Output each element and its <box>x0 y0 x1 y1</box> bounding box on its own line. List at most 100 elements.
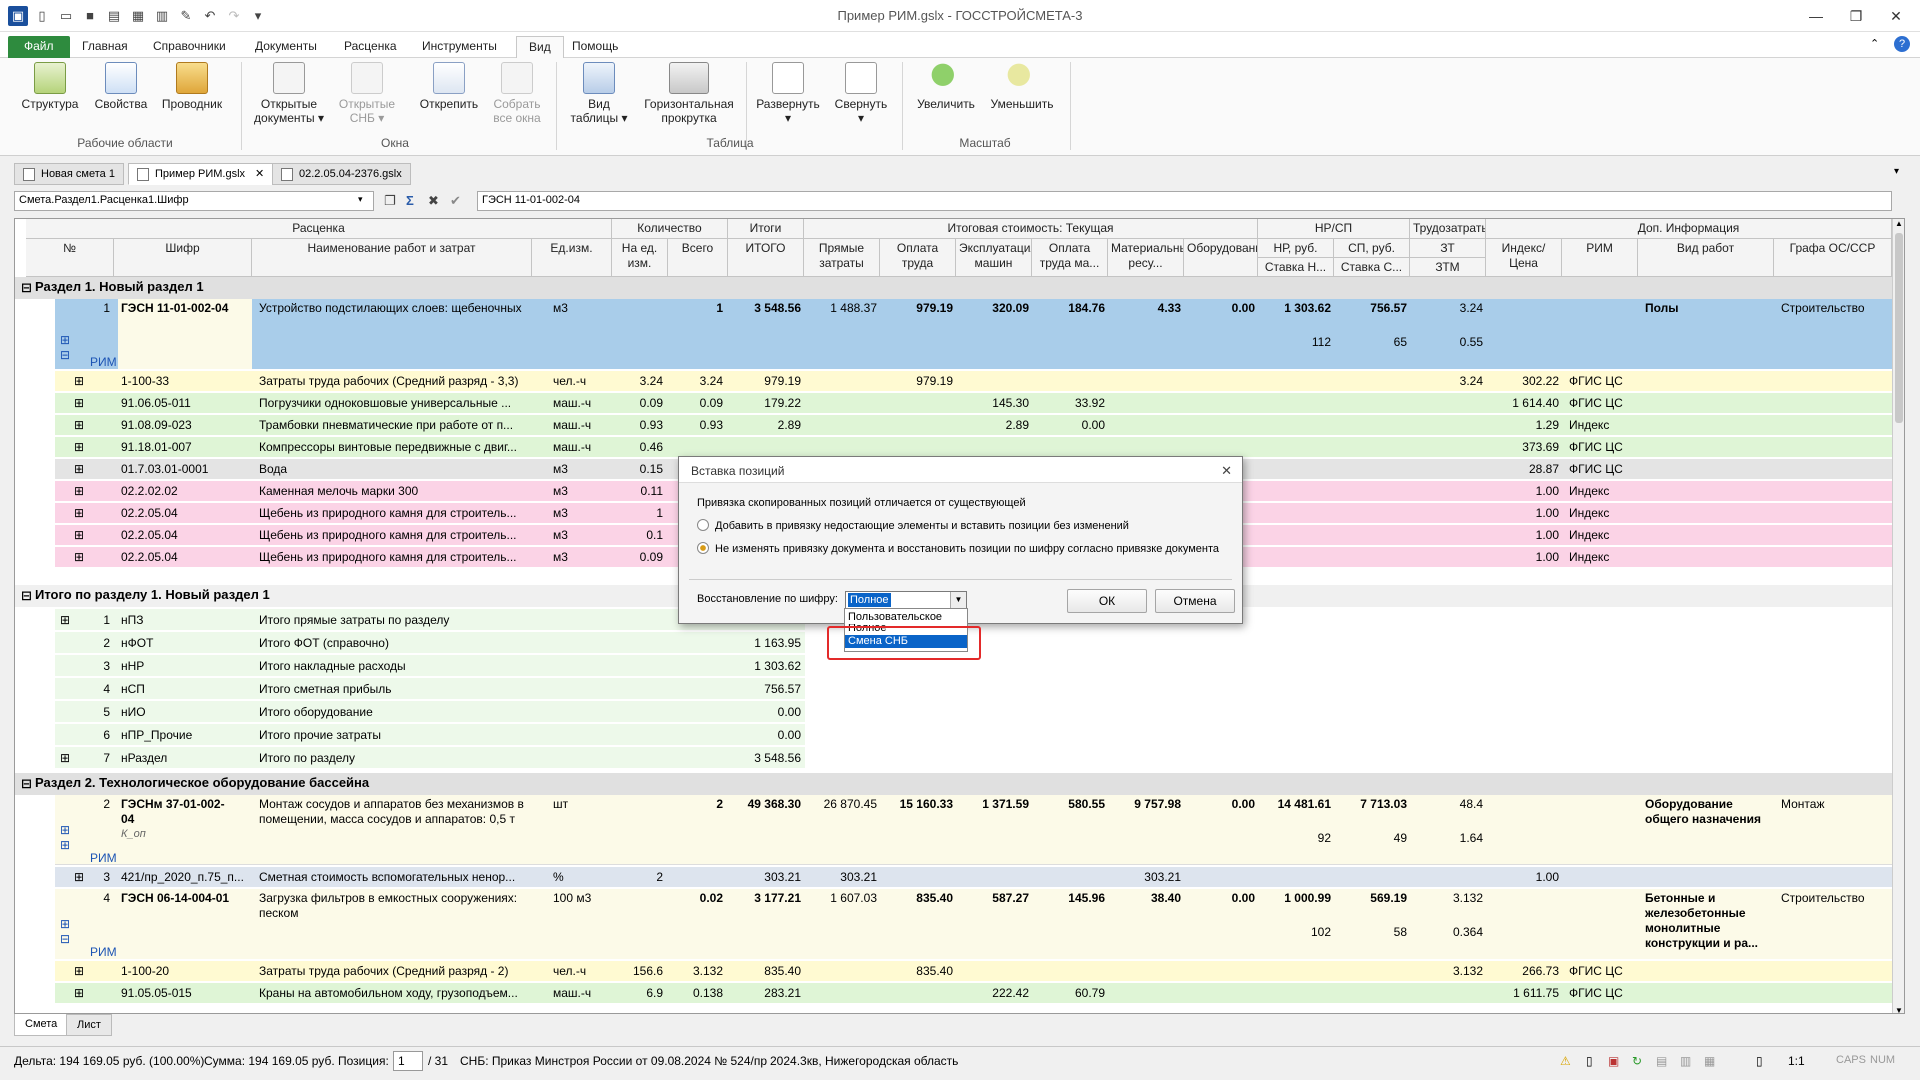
scroll-down-icon[interactable]: ▼ <box>1893 1006 1904 1013</box>
scroll-up-icon[interactable]: ▲ <box>1893 219 1904 228</box>
open-documents-button[interactable]: Открытые документы ▾ <box>250 62 328 125</box>
col-index[interactable]: Индекс/Цена <box>1486 239 1562 277</box>
rate-name[interactable]: Устройство подстилающих слоев: щебеночны… <box>256 299 532 318</box>
tab-home[interactable]: Главная <box>70 36 140 58</box>
col-itogo[interactable]: ИТОГО <box>728 239 804 277</box>
sheet-tab-estimate[interactable]: Смета <box>14 1014 69 1036</box>
tab-help[interactable]: Помощь <box>560 36 630 58</box>
help-icon[interactable]: ? <box>1894 36 1910 52</box>
tab-file[interactable]: Файл <box>8 36 70 58</box>
col-sp-rate[interactable]: Ставка С... <box>1334 258 1410 277</box>
scroll-thumb[interactable] <box>1895 233 1903 423</box>
option-keep-binding[interactable]: Не изменять привязку документа и восстан… <box>697 542 1219 555</box>
row-expand-icon[interactable]: ⊞ <box>57 611 73 630</box>
row-expand-icon[interactable]: ⊞ <box>71 394 87 413</box>
maximize-button[interactable]: ❐ <box>1838 4 1874 28</box>
dialog-close-icon[interactable]: ✕ <box>1221 463 1232 479</box>
cancel-edit-icon[interactable]: ✖ <box>428 193 439 209</box>
option-add-to-binding[interactable]: Добавить в привязку недостающие элементы… <box>697 519 1129 532</box>
rate-name[interactable]: Монтаж сосудов и аппаратов без механизмо… <box>256 795 532 829</box>
structure-button[interactable]: Структура <box>18 62 82 111</box>
doc-tab-new-estimate[interactable]: Новая смета 1 <box>14 163 124 185</box>
col-ztm[interactable]: ЗТМ <box>1410 258 1486 277</box>
copy-icon[interactable]: ❐ <box>384 193 396 209</box>
col-nr-rate[interactable]: Ставка Н... <box>1258 258 1334 277</box>
col-machine-wage[interactable]: Оплата труда ма... <box>1032 239 1108 277</box>
row-expand-icon[interactable]: ⊞ <box>71 548 87 567</box>
detach-button[interactable]: Открепить <box>414 62 484 111</box>
sheet-tab-sheet[interactable]: Лист <box>66 1014 112 1036</box>
tab-references[interactable]: Справочники <box>141 36 238 58</box>
collapse-ribbon-icon[interactable]: ⌃ <box>1870 37 1879 50</box>
rate-code[interactable]: ГЭСНм 37-01-002-04 <box>118 795 228 829</box>
expand-button[interactable]: Развернуть ▾ <box>752 62 824 125</box>
tabs-dropdown-icon[interactable]: ▾ <box>1894 166 1899 177</box>
book-icon[interactable]: ▯ <box>1756 1054 1763 1068</box>
path-dropdown-icon[interactable]: ▾ <box>358 194 363 205</box>
option-custom[interactable]: Пользовательское <box>845 611 967 624</box>
col-name[interactable]: Наименование работ и затрат <box>252 239 532 277</box>
section-row[interactable]: ⊟ Раздел 1. Новый раздел 1 <box>15 277 1892 299</box>
row-expand-icon[interactable]: ⊞ ⊟ <box>57 915 73 949</box>
col-sp[interactable]: СП, руб. <box>1334 239 1410 258</box>
explorer-button[interactable]: Проводник <box>158 62 226 111</box>
col-materials[interactable]: Материальные ресу... <box>1108 239 1184 277</box>
collapse-icon[interactable]: ⊟ <box>21 776 32 791</box>
col-zt[interactable]: ЗТ <box>1410 239 1486 258</box>
section-row[interactable]: ⊟ Раздел 2. Технологическое оборудование … <box>15 773 1892 795</box>
chevron-down-icon[interactable]: ▼ <box>950 592 966 608</box>
row-expand-icon[interactable]: ⊞ <box>71 482 87 501</box>
col-rim[interactable]: РИМ <box>1562 239 1638 277</box>
horizontal-scroll-button[interactable]: Горизонтальная прокрутка <box>640 62 738 125</box>
radio-add[interactable] <box>697 519 709 531</box>
row-expand-icon[interactable]: ⊞ <box>71 526 87 545</box>
col-no[interactable]: № <box>26 239 114 277</box>
lock-icon[interactable]: ▥ <box>1680 1054 1691 1068</box>
ok-button[interactable]: ОК <box>1067 589 1147 613</box>
close-tab-icon[interactable]: ✕ <box>255 168 264 180</box>
row-expand-icon[interactable]: ⊞ <box>71 962 87 981</box>
collapse-icon[interactable]: ⊟ <box>21 280 32 295</box>
confirm-edit-icon[interactable]: ✔ <box>450 193 461 209</box>
minimize-button[interactable]: — <box>1798 4 1834 28</box>
col-unit[interactable]: Ед.изм. <box>532 239 612 277</box>
doc-tab-rim[interactable]: Пример РИМ.gslx ✕ <box>128 163 274 185</box>
rate-name[interactable]: Загрузка фильтров в емкостных сооружения… <box>256 889 532 923</box>
zoom-out-button[interactable]: Уменьшить <box>986 62 1058 111</box>
page-icon[interactable]: ▯ <box>1586 1054 1593 1068</box>
row-expand-icon[interactable]: ⊞ <box>71 438 87 457</box>
tab-view[interactable]: Вид <box>516 36 564 58</box>
zoom-in-button[interactable]: Увеличить <box>912 62 980 111</box>
monitor-icon[interactable]: ▦ <box>1704 1054 1715 1068</box>
radio-keep[interactable] <box>697 542 709 554</box>
cell-path-field[interactable]: Смета.Раздел1.Расценка1.Шифр <box>14 191 374 211</box>
table-view-button[interactable]: Вид таблицы ▾ <box>566 62 632 125</box>
zoom-level[interactable]: 1:1 <box>1788 1054 1805 1068</box>
tab-tools[interactable]: Инструменты <box>410 36 509 58</box>
collapse-button[interactable]: Свернуть ▾ <box>828 62 894 125</box>
col-equipment[interactable]: Оборудование <box>1184 239 1258 277</box>
gather-windows-button[interactable]: Собрать все окна <box>488 62 546 125</box>
row-expand-icon[interactable]: ⊞ <box>71 984 87 1003</box>
col-wage[interactable]: Оплата труда <box>880 239 956 277</box>
row-expand-icon[interactable]: ⊞ ⊞ <box>57 821 73 855</box>
col-direct[interactable]: Прямые затраты <box>804 239 880 277</box>
col-nr[interactable]: НР, руб. <box>1258 239 1334 258</box>
cancel-button[interactable]: Отмена <box>1155 589 1235 613</box>
vertical-scrollbar[interactable]: ▲ ▼ <box>1892 219 1904 1013</box>
col-per-unit[interactable]: На ед. изм. <box>612 239 668 277</box>
restore-select[interactable]: Полное ▼ <box>845 591 967 609</box>
collapse-icon[interactable]: ⊟ <box>21 588 32 603</box>
tab-documents[interactable]: Документы <box>243 36 329 58</box>
close-button[interactable]: ✕ <box>1878 4 1914 28</box>
rate-code[interactable]: ГЭСН 06-14-004-01 <box>118 889 252 908</box>
doc-tab-gslx[interactable]: 02.2.05.04-2376.gslx <box>272 163 411 185</box>
tab-rate[interactable]: Расценка <box>332 36 409 58</box>
computer-icon[interactable]: ▣ <box>1608 1054 1619 1068</box>
warning-icon[interactable]: ⚠ <box>1560 1054 1571 1068</box>
row-expand-icon[interactable]: ⊞ <box>71 504 87 523</box>
calc-icon[interactable]: ▤ <box>1656 1054 1667 1068</box>
open-snb-button[interactable]: Открытые СНБ ▾ <box>332 62 402 125</box>
row-expand-icon[interactable]: ⊞ <box>71 416 87 435</box>
sum-icon[interactable]: Σ <box>406 193 414 208</box>
